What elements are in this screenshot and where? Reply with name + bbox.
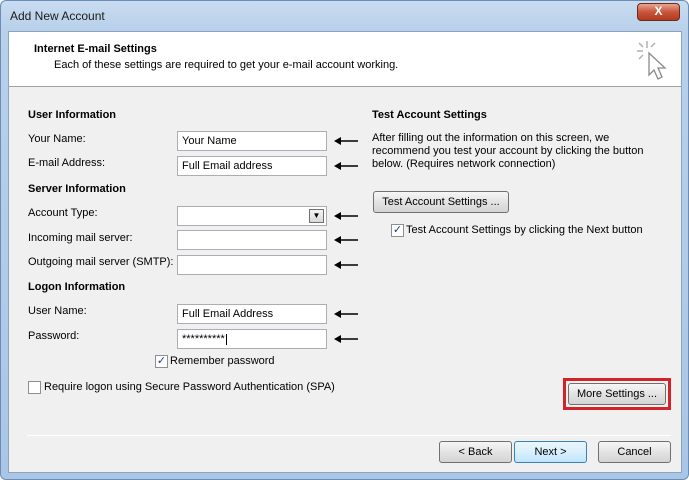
logon-info-heading: Logon Information xyxy=(28,281,126,293)
text-cursor xyxy=(225,333,227,345)
chevron-down-icon[interactable]: ▼ xyxy=(309,209,324,223)
auto-test-checkbox[interactable]: ✓ xyxy=(391,224,404,237)
remember-password-checkbox[interactable]: ✓ xyxy=(155,355,168,368)
test-description-line: After filling out the information on thi… xyxy=(372,132,610,144)
spa-checkbox[interactable] xyxy=(28,381,41,394)
add-account-window: Add New Account X Internet E-mail Settin… xyxy=(0,0,689,480)
auto-test-label: Test Account Settings by clicking the Ne… xyxy=(406,224,643,236)
email-label: E-mail Address: xyxy=(28,157,106,169)
next-button[interactable]: Next > xyxy=(514,441,587,463)
password-field[interactable]: ********** xyxy=(177,329,327,349)
test-settings-heading: Test Account Settings xyxy=(372,109,487,121)
arrow-left-icon xyxy=(334,162,358,170)
header-subtitle: Each of these settings are required to g… xyxy=(54,59,399,71)
password-value: ********** xyxy=(182,333,225,345)
arrow-left-icon xyxy=(334,335,358,343)
username-field[interactable]: Full Email Address xyxy=(177,304,327,324)
title-bar: Add New Account X xyxy=(1,1,688,31)
remember-password-label: Remember password xyxy=(170,355,275,367)
cursor-click-icon xyxy=(637,41,667,80)
back-button[interactable]: < Back xyxy=(439,441,512,463)
outgoing-server-field[interactable] xyxy=(177,255,327,275)
footer-divider xyxy=(27,435,671,436)
account-type-select[interactable]: ▼ xyxy=(177,206,327,226)
server-info-heading: Server Information xyxy=(28,183,126,195)
your-name-field[interactable]: Your Name xyxy=(177,131,327,151)
window-title: Add New Account xyxy=(10,9,105,23)
arrow-left-icon xyxy=(334,236,358,244)
outgoing-server-label: Outgoing mail server (SMTP): xyxy=(28,256,174,268)
header-title: Internet E-mail Settings xyxy=(34,43,157,55)
test-description-line: below. (Requires network connection) xyxy=(372,158,556,170)
close-button[interactable]: X xyxy=(637,3,680,21)
user-info-heading: User Information xyxy=(28,109,117,121)
test-account-settings-button[interactable]: Test Account Settings ... xyxy=(373,191,509,213)
incoming-server-label: Incoming mail server: xyxy=(28,232,133,244)
your-name-label: Your Name: xyxy=(28,133,86,145)
incoming-server-field[interactable] xyxy=(177,230,327,250)
account-type-label: Account Type: xyxy=(28,207,98,219)
arrow-left-icon xyxy=(334,261,358,269)
more-settings-button[interactable]: More Settings ... xyxy=(568,383,666,405)
spa-label: Require logon using Secure Password Auth… xyxy=(44,381,335,393)
cancel-button[interactable]: Cancel xyxy=(598,441,671,463)
arrow-left-icon xyxy=(334,212,358,220)
arrow-left-icon xyxy=(334,310,358,318)
header-panel: Internet E-mail Settings Each of these s… xyxy=(9,32,681,87)
arrow-left-icon xyxy=(334,137,358,145)
password-label: Password: xyxy=(28,330,80,342)
dialog-body: Internet E-mail Settings Each of these s… xyxy=(8,31,682,473)
username-label: User Name: xyxy=(28,305,87,317)
email-field[interactable]: Full Email address xyxy=(177,156,327,176)
test-description-line: recommend you test your account by click… xyxy=(372,145,644,157)
